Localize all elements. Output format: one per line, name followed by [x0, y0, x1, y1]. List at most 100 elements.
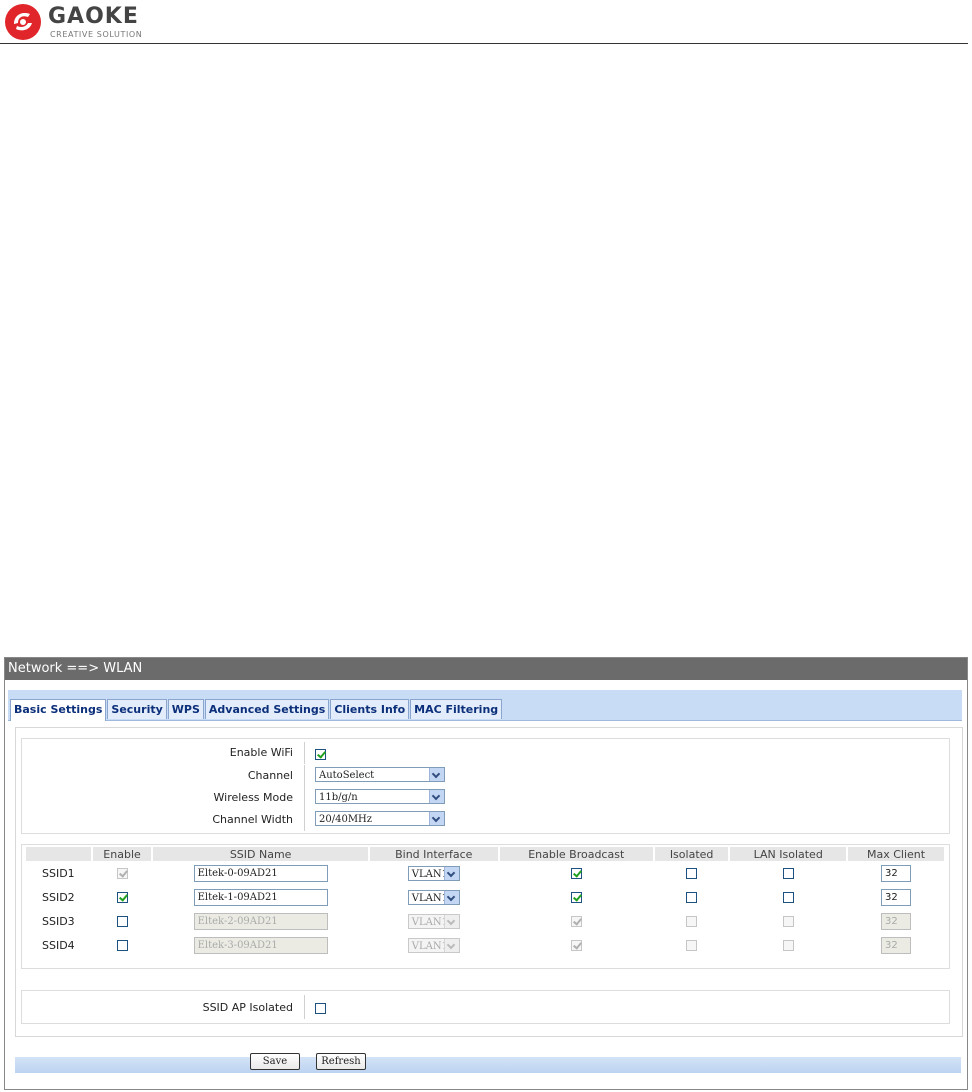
- enable-broadcast-checkbox[interactable]: [570, 892, 582, 903]
- tab-bar: Basic Settings Security WPS Advanced Set…: [8, 690, 962, 721]
- chevron-down-icon: [429, 768, 444, 781]
- max-client-input[interactable]: 32: [881, 888, 912, 906]
- ssid-enable-checkbox: [116, 868, 128, 879]
- isolated-checkbox: [686, 940, 698, 951]
- channel-label: Channel: [247, 769, 293, 782]
- column-header-enable: Enable: [92, 847, 152, 861]
- tab-clients-info[interactable]: Clients Info: [330, 699, 410, 719]
- channel-width-label: Channel Width: [212, 813, 293, 826]
- wireless-mode-row: Wireless Mode 11b/g/n: [22, 787, 949, 809]
- enable-broadcast-checkbox: [570, 916, 582, 927]
- ssid-label: SSID3: [42, 914, 75, 928]
- column-header-enable-broadcast: Enable Broadcast: [499, 847, 653, 861]
- bind-interface-select: VLAN1: [407, 913, 460, 929]
- divider: [304, 765, 305, 787]
- tab-mac-filtering[interactable]: MAC Filtering: [410, 699, 503, 719]
- max-client-input[interactable]: 32: [881, 864, 912, 882]
- ssid-enable-checkbox[interactable]: [116, 916, 128, 927]
- gaoke-logo-icon: [5, 4, 41, 40]
- divider: [304, 995, 305, 1019]
- column-header: [26, 847, 91, 861]
- chevron-down-icon: [443, 938, 459, 952]
- isolated-checkbox: [686, 916, 698, 927]
- table-row: SSID1 Eltek-0-09AD21 VLAN1 32: [26, 861, 944, 885]
- lan-isolated-checkbox[interactable]: [782, 892, 794, 903]
- document-header: GAOKE CREATIVE SOLUTION: [0, 0, 972, 44]
- channel-row: Channel AutoSelect: [22, 765, 949, 787]
- ssid-label: SSID4: [42, 938, 75, 952]
- lan-isolated-checkbox[interactable]: [782, 868, 794, 879]
- ssid-name-input[interactable]: Eltek-0-09AD21: [193, 864, 328, 882]
- ssid-name-input: Eltek-2-09AD21: [193, 912, 328, 930]
- column-header-max-client: Max Client: [848, 847, 944, 861]
- bind-interface-value: VLAN1: [411, 892, 448, 904]
- enable-broadcast-checkbox: [570, 940, 582, 951]
- ssid-table: Enable SSID Name Bind Interface Enable B…: [24, 847, 946, 957]
- ssid-table-group: Enable SSID Name Bind Interface Enable B…: [21, 844, 950, 969]
- ap-isolated-group: SSID AP Isolated: [21, 990, 950, 1024]
- channel-width-row: Channel Width 20/40MHz: [22, 809, 949, 831]
- chevron-down-icon: [429, 790, 444, 803]
- refresh-button[interactable]: Refresh: [316, 1053, 366, 1070]
- channel-width-value: 20/40MHz: [319, 814, 373, 825]
- ssid-label: SSID1: [42, 866, 75, 880]
- bind-interface-value: VLAN1: [411, 940, 448, 952]
- tab-basic-settings[interactable]: Basic Settings: [10, 699, 107, 721]
- enable-wifi-row: Enable WiFi: [22, 742, 949, 764]
- ssid-label: SSID2: [42, 890, 75, 904]
- page-title: Network ==> WLAN: [5, 658, 967, 680]
- table-row: SSID3 Eltek-2-09AD21 VLAN1 32: [26, 909, 944, 933]
- table-header-row: Enable SSID Name Bind Interface Enable B…: [26, 847, 944, 861]
- save-button[interactable]: Save: [250, 1053, 300, 1070]
- general-settings-group: Enable WiFi Channel AutoSelect Wireless …: [21, 738, 950, 834]
- column-header-lan-isolated: LAN Isolated: [730, 847, 847, 861]
- chevron-down-icon: [443, 866, 459, 880]
- table-row: SSID2 Eltek-1-09AD21 VLAN1 32: [26, 885, 944, 909]
- bind-interface-value: VLAN1: [411, 916, 448, 928]
- divider: [304, 742, 305, 764]
- channel-width-select[interactable]: 20/40MHz: [315, 811, 445, 826]
- basic-settings-content: Enable WiFi Channel AutoSelect Wireless …: [15, 727, 963, 1037]
- wireless-mode-label: Wireless Mode: [213, 791, 294, 804]
- ssid-enable-checkbox[interactable]: [116, 940, 128, 951]
- ssid-ap-isolated-label: SSID AP Isolated: [202, 1001, 293, 1014]
- divider: [304, 787, 305, 809]
- chevron-down-icon: [429, 812, 444, 825]
- channel-select[interactable]: AutoSelect: [315, 767, 445, 782]
- tab-list: Basic Settings Security WPS Advanced Set…: [10, 699, 503, 721]
- bind-interface-select[interactable]: VLAN1: [407, 865, 460, 881]
- max-client-input: 32: [881, 912, 912, 930]
- isolated-checkbox[interactable]: [686, 868, 698, 879]
- ssid-enable-checkbox[interactable]: [116, 892, 128, 903]
- button-bar: Save Refresh: [15, 1053, 961, 1073]
- table-row: SSID4 Eltek-3-09AD21 VLAN1 32: [26, 933, 944, 957]
- wireless-mode-value: 11b/g/n: [319, 792, 358, 803]
- column-header-bind-interface: Bind Interface: [369, 847, 498, 861]
- logo-tagline: CREATIVE SOLUTION: [50, 30, 143, 39]
- header-divider: [0, 43, 968, 44]
- chevron-down-icon: [443, 914, 459, 928]
- isolated-checkbox[interactable]: [686, 892, 698, 903]
- enable-wifi-checkbox[interactable]: [315, 748, 326, 760]
- enable-wifi-label: Enable WiFi: [229, 746, 293, 759]
- ssid-name-input: Eltek-3-09AD21: [193, 936, 328, 954]
- chevron-down-icon: [443, 890, 459, 904]
- column-header-ssid-name: SSID Name: [153, 847, 368, 861]
- lan-isolated-checkbox: [782, 916, 794, 927]
- channel-value: AutoSelect: [319, 770, 375, 781]
- lan-isolated-checkbox: [782, 940, 794, 951]
- ssid-ap-isolated-checkbox[interactable]: [315, 1002, 326, 1014]
- tab-wps[interactable]: WPS: [167, 699, 204, 719]
- tab-security[interactable]: Security: [107, 699, 167, 719]
- ssid-name-input[interactable]: Eltek-1-09AD21: [193, 888, 328, 906]
- max-client-input: 32: [881, 936, 912, 954]
- bind-interface-select: VLAN1: [407, 937, 460, 953]
- wlan-config-panel: Network ==> WLAN Basic Settings Security…: [4, 657, 968, 1090]
- bind-interface-select[interactable]: VLAN1: [407, 889, 460, 905]
- wireless-mode-select[interactable]: 11b/g/n: [315, 789, 445, 804]
- divider: [304, 809, 305, 831]
- tab-advanced-settings[interactable]: Advanced Settings: [204, 699, 330, 719]
- column-header-isolated: Isolated: [654, 847, 729, 861]
- enable-broadcast-checkbox[interactable]: [570, 868, 582, 879]
- bind-interface-value: VLAN1: [411, 868, 448, 880]
